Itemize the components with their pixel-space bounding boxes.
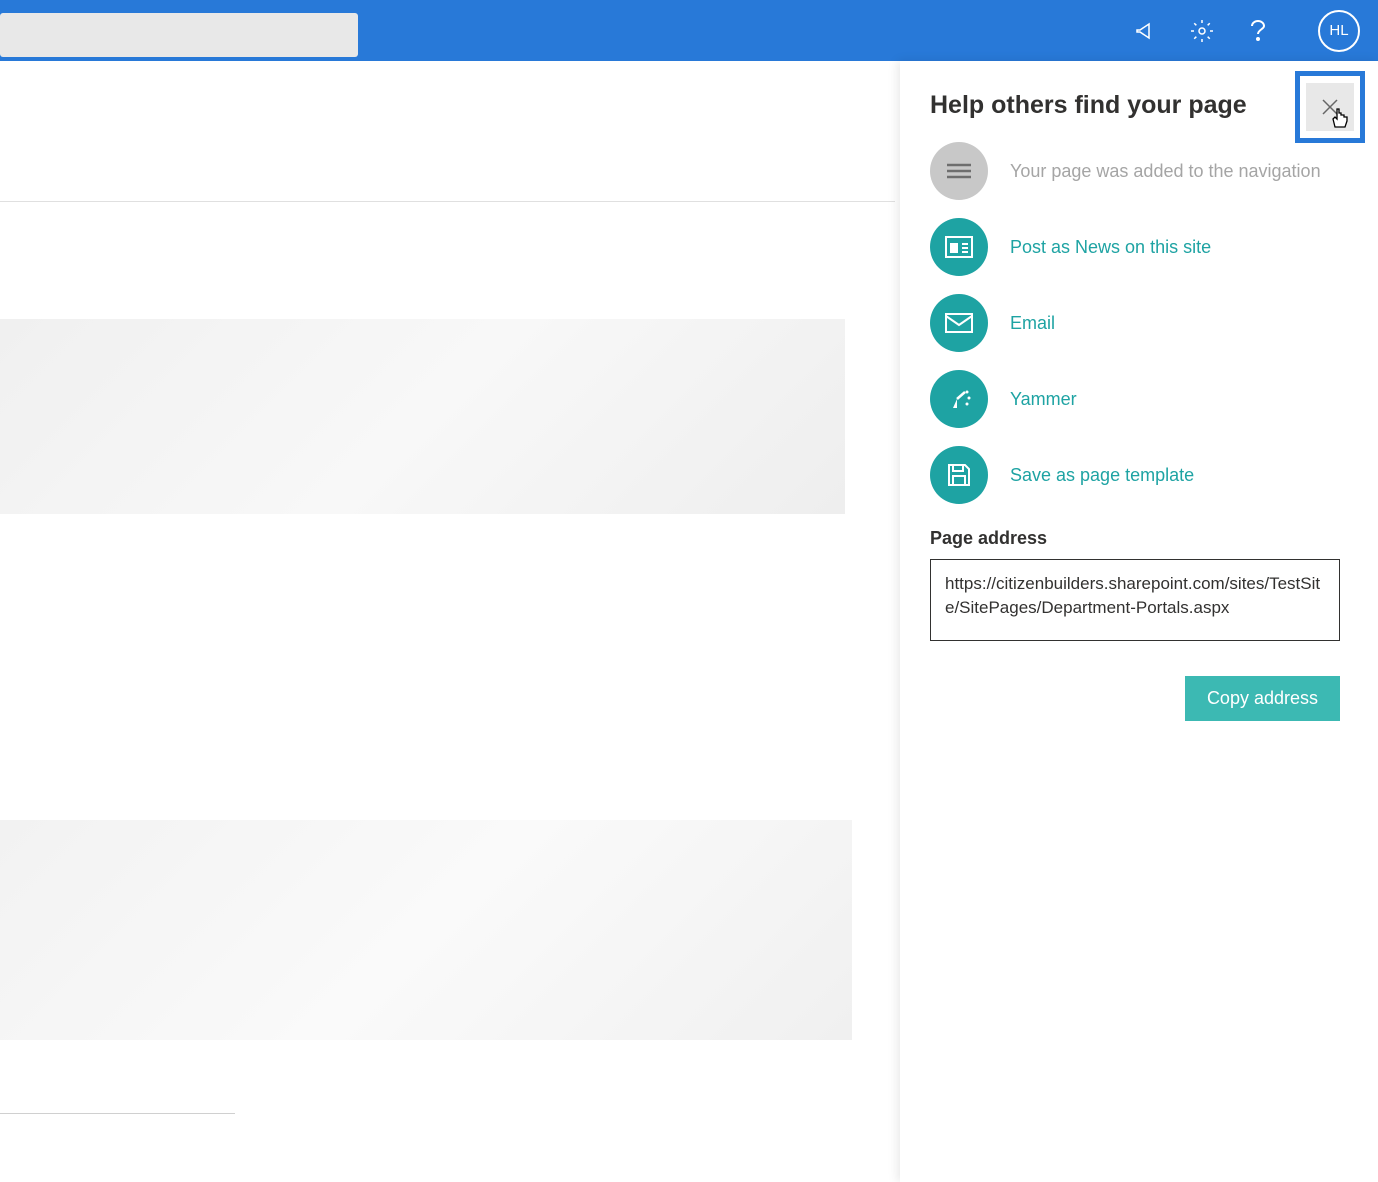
search-input[interactable]: [0, 13, 358, 57]
yammer-item[interactable]: Yammer: [930, 366, 1350, 432]
save-template-label: Save as page template: [1010, 465, 1194, 486]
megaphone-icon[interactable]: [1134, 19, 1158, 43]
top-bar-right: HL: [1134, 10, 1360, 52]
background-section: [0, 820, 852, 1040]
page-address-section: Page address: [930, 528, 1350, 646]
post-news-item[interactable]: Post as News on this site: [930, 214, 1350, 280]
save-template-item[interactable]: Save as page template: [930, 442, 1350, 508]
yammer-icon: [930, 370, 988, 428]
post-news-label: Post as News on this site: [1010, 237, 1211, 258]
email-item[interactable]: Email: [930, 290, 1350, 356]
copy-button-row: Copy address: [930, 676, 1340, 721]
close-button-inner: [1306, 83, 1354, 131]
divider: [0, 1113, 235, 1114]
avatar[interactable]: HL: [1318, 10, 1360, 52]
search-container: [0, 5, 358, 57]
cursor-pointer-icon: [1330, 107, 1350, 129]
navigation-added-item: Your page was added to the navigation: [930, 138, 1350, 204]
email-icon: [930, 294, 988, 352]
main-content: Help others find your page: [0, 61, 1378, 1182]
panel-title: Help others find your page: [930, 91, 1247, 120]
gear-icon[interactable]: [1190, 19, 1214, 43]
avatar-initials: HL: [1329, 22, 1348, 39]
help-others-panel: Help others find your page: [900, 61, 1378, 1182]
help-icon[interactable]: [1246, 19, 1270, 43]
close-button[interactable]: [1295, 71, 1365, 143]
save-icon: [930, 446, 988, 504]
background-section: [0, 514, 852, 820]
divider: [0, 201, 895, 202]
yammer-label: Yammer: [1010, 389, 1077, 410]
page-address-label: Page address: [930, 528, 1350, 549]
page-address-input[interactable]: [930, 559, 1340, 641]
panel-header: Help others find your page: [930, 91, 1350, 120]
top-bar: HL: [0, 0, 1378, 61]
email-label: Email: [1010, 313, 1055, 334]
background-section: [0, 319, 845, 514]
navigation-label: Your page was added to the navigation: [1010, 161, 1321, 182]
hamburger-icon: [930, 142, 988, 200]
news-icon: [930, 218, 988, 276]
copy-address-button[interactable]: Copy address: [1185, 676, 1340, 721]
